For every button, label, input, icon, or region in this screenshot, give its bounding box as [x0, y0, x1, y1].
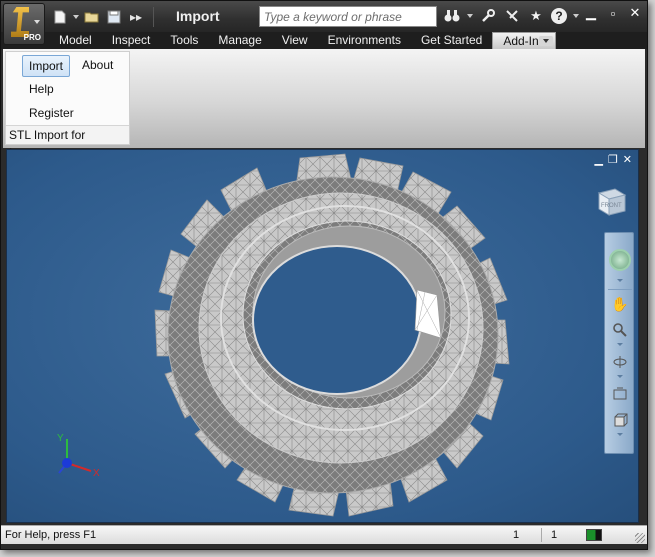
help-dropdown-icon[interactable] [573, 14, 579, 18]
star-icon[interactable]: ★ [527, 7, 545, 25]
viewport-restore-icon[interactable]: ❐ [608, 153, 618, 166]
close-icon[interactable]: ✕ [627, 5, 643, 21]
chevron-down-icon [543, 39, 549, 43]
panel-title: STL Import for Inventor [6, 125, 129, 160]
navbar-options-icon[interactable] [617, 433, 623, 436]
axis-triad: Y X [57, 433, 100, 479]
view-cube-icon[interactable]: FRONT [595, 183, 629, 217]
import-button[interactable]: Import [22, 55, 71, 77]
app-badge: PRO [23, 33, 41, 42]
viewport-close-icon[interactable]: ✕ [623, 153, 632, 166]
graphics-viewport[interactable]: ▁ ❐ ✕ FRONT ✋ Y X [6, 149, 639, 523]
pan-hand-icon[interactable]: ✋ [609, 293, 631, 315]
ribbon-minimize-button[interactable] [539, 36, 553, 46]
tools-icon[interactable] [503, 7, 521, 25]
more-icon[interactable]: ▸▸ [127, 8, 145, 26]
view-faces-icon[interactable] [609, 409, 631, 431]
application-menu-button[interactable]: PRO [3, 3, 45, 45]
status-bar: For Help, press F1 1 1 [1, 525, 647, 544]
zoom-dropdown-icon[interactable] [617, 343, 623, 346]
viewport-minimize-icon[interactable]: ▁ [594, 153, 602, 166]
tab-get-started[interactable]: Get Started [411, 32, 492, 49]
y-axis-label: Y [57, 433, 64, 444]
resize-grip[interactable] [635, 533, 645, 543]
tab-manage[interactable]: Manage [208, 32, 271, 49]
view-cube-face: FRONT [601, 203, 622, 209]
register-button[interactable]: Register [23, 103, 80, 125]
status-value-2: 1 [551, 529, 558, 541]
ribbon-tab-bar: Model Inspect Tools Manage View Environm… [1, 32, 647, 49]
window-controls: ▁ ▫ ✕ [583, 5, 643, 21]
stl-import-panel: Import About Help Register STL Import fo… [5, 51, 130, 160]
x-axis-label: X [93, 468, 100, 479]
help-icon[interactable]: ? [551, 8, 567, 24]
tab-model[interactable]: Model [49, 32, 102, 49]
zoom-icon[interactable] [609, 319, 631, 341]
tab-view[interactable]: View [272, 32, 318, 49]
quick-access-toolbar: ▸▸ [51, 7, 158, 27]
open-folder-icon[interactable] [83, 8, 101, 26]
save-icon[interactable] [105, 8, 123, 26]
binoculars-icon[interactable] [443, 7, 461, 25]
wheel-dropdown-icon[interactable] [617, 279, 623, 282]
new-dropdown-icon[interactable] [73, 15, 79, 19]
navigation-bar: ✋ [604, 232, 634, 454]
orbit-dropdown-icon[interactable] [617, 375, 623, 378]
wrench-icon[interactable] [479, 7, 497, 25]
search-input[interactable] [260, 7, 436, 26]
orbit-icon[interactable] [609, 351, 631, 373]
steering-wheel-icon[interactable] [609, 249, 631, 271]
search-field[interactable] [259, 6, 437, 27]
gear-model[interactable] [145, 150, 525, 522]
activity-indicator [586, 529, 602, 541]
tab-inspect[interactable]: Inspect [102, 32, 161, 49]
ribbon-tabs: Model Inspect Tools Manage View Environm… [49, 32, 556, 49]
help-button[interactable]: Help [23, 79, 60, 101]
new-file-icon[interactable] [51, 8, 69, 26]
navbar-separator [608, 289, 632, 290]
about-button[interactable]: About [76, 55, 119, 77]
ribbon: Import About Help Register STL Import fo… [3, 49, 645, 160]
status-separator [541, 528, 542, 542]
viewport-controls: ▁ ❐ ✕ [594, 153, 632, 166]
status-value-1: 1 [513, 529, 520, 541]
search-options-icon[interactable] [467, 14, 473, 18]
chevron-down-icon [34, 20, 40, 24]
toolbar-separator [153, 7, 154, 27]
application-window: PRO ▸▸ Import Type a keyword or phrase ★… [0, 0, 648, 550]
info-toolbar: ★ ? [443, 7, 579, 25]
minimize-icon[interactable]: ▁ [583, 5, 599, 21]
maximize-icon[interactable]: ▫ [605, 5, 621, 21]
status-help-text: For Help, press F1 [5, 529, 97, 541]
tab-tools[interactable]: Tools [160, 32, 208, 49]
window-title: Import [176, 8, 220, 24]
tab-environments[interactable]: Environments [318, 32, 411, 49]
look-at-icon[interactable] [609, 383, 631, 405]
title-bar: PRO ▸▸ Import Type a keyword or phrase ★… [1, 1, 647, 45]
